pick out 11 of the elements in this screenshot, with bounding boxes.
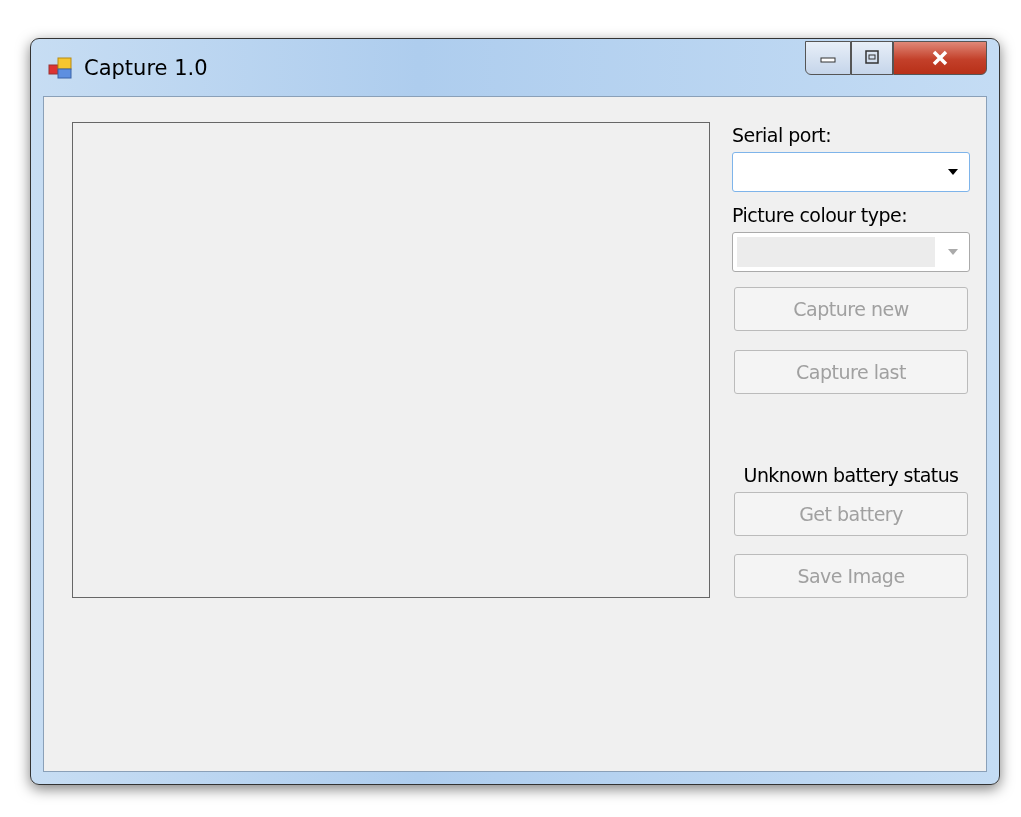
dropdown-arrow-icon	[947, 168, 959, 176]
minimize-button[interactable]	[805, 41, 851, 75]
battery-status: Unknown battery status	[742, 464, 960, 486]
app-icon	[48, 55, 74, 80]
maximize-icon	[863, 50, 881, 66]
serial-port-label: Serial port:	[732, 124, 833, 146]
window-title: Capture 1.0	[84, 55, 208, 80]
maximize-button[interactable]	[851, 41, 893, 75]
dropdown-arrow-icon	[947, 248, 959, 256]
close-button[interactable]	[893, 41, 987, 75]
colour-type-label: Picture colour type:	[732, 204, 909, 226]
